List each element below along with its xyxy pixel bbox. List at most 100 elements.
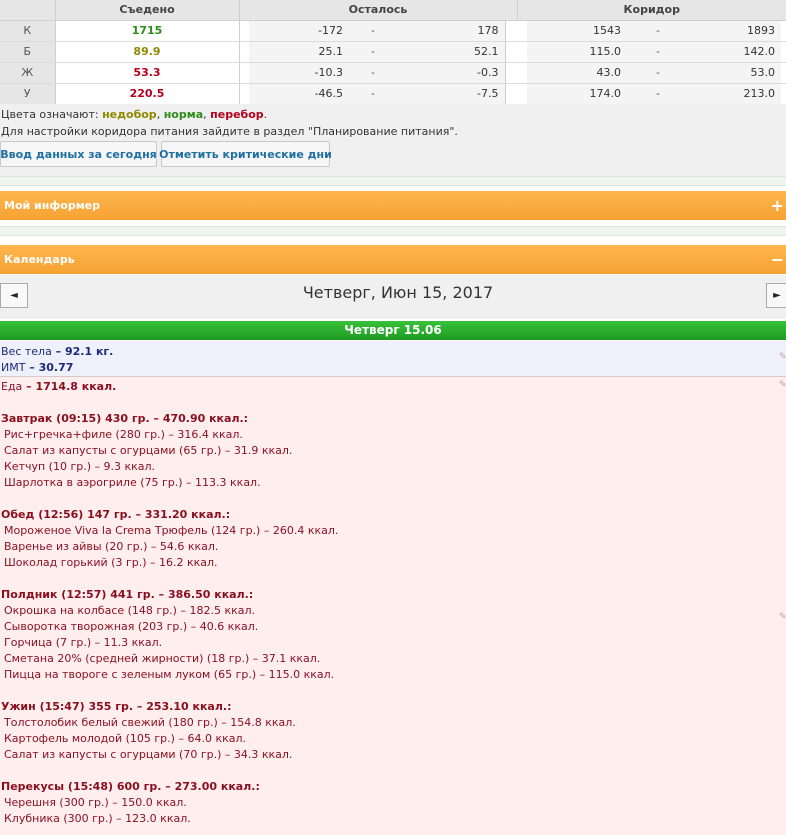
legend-over: перебор [210,108,264,121]
food-item: Салат из капусты с огурцами (70 гр.) – 3… [4,748,293,761]
food-item: Кетчуп (10 гр.) – 9.3 ккал. [4,460,156,473]
spacer [239,62,249,84]
food-total-value: – 1714.8 ккал. [22,380,117,393]
food-item: Сыворотка творожная (203 гр.) – 40.6 кка… [4,620,259,633]
legend-prefix: Цвета означают: [1,108,103,121]
remaining-max: -7.5 [399,83,506,105]
header-corridor: Коридор [517,0,786,21]
food-item: Шарлотка в аэрогриле (75 гр.) – 113.3 кк… [4,476,261,489]
corridor-max: 213.0 [691,83,781,105]
food-item: Варенье из айвы (20 гр.) – 54.6 ккал. [4,540,219,553]
table-row: К 1715 -172-178 1543-1893 [0,20,786,42]
spacer [505,41,517,63]
spacer [239,83,249,105]
table-header-row: Съедено Осталось Коридор [0,0,786,21]
row-label: Б [0,41,56,63]
header-remaining: Осталось [239,0,518,21]
food-item: Клубника (300 гр.) – 123.0 ккал. [4,812,191,825]
spacer [505,20,517,42]
mark-critical-days-button[interactable]: Отметить критические дни [159,141,332,167]
legend-normal: норма [163,108,204,121]
corridor-min: 1543 [527,20,625,42]
weight-label: Вес тела [1,345,52,358]
spacer [517,20,527,42]
bmi-value: – 30.77 [25,361,74,374]
meal-heading: Перекусы (15:48) 600 гр. – 273.00 ккал.: [1,780,260,793]
header-eaten: Съедено [55,0,240,21]
enter-today-button[interactable]: Ввод данных за сегодня [0,141,157,167]
edit-icon[interactable]: ✎ [779,352,786,362]
remaining-min: -172 [249,20,347,42]
eaten-value: 53.3 [55,62,240,84]
table-row: Ж 53.3 -10.3- -0.3 43.0-53.0 [0,62,786,84]
food-item: Шоколад горький (3 гр.) – 16.2 ккал. [4,556,218,569]
range-dash: - [625,62,691,84]
spacer [505,62,517,84]
spacer [517,83,527,105]
bmi-label: ИМТ [1,361,26,374]
row-label: К [0,20,56,42]
next-day-button[interactable]: ► [766,283,786,308]
divider-strip [0,176,786,186]
food-item: Пицца на твороге с зеленым луком (65 гр.… [4,668,335,681]
range-dash: - [625,20,691,42]
meal-heading: Обед (12:56) 147 гр. – 331.20 ккал.: [1,508,231,521]
food-item: Окрошка на колбасе (148 гр.) – 182.5 кка… [4,604,256,617]
range-dash: - [347,83,399,105]
row-label: Ж [0,62,56,84]
spacer [505,83,517,105]
legend-end: . [263,108,268,121]
edit-icon[interactable]: ✎ [779,612,786,622]
remaining-max: 178 [399,20,506,42]
spacer [781,62,786,84]
row-label: У [0,83,56,105]
range-dash: - [625,41,691,63]
nutrition-table: Съедено Осталось Коридор К 1715 -172-178 15… [0,0,786,105]
eaten-value: 89.9 [55,41,240,63]
header-label-cell [0,0,56,21]
corridor-min: 43.0 [527,62,625,84]
food-item: Салат из капусты с огурцами (65 гр.) – 3… [4,444,293,457]
eaten-value: 220.5 [55,83,240,105]
remaining-max: -0.3 [399,62,506,84]
remaining-max: 52.1 [399,41,506,63]
color-legend: Цвета означают: недобор, норма, перебор. [1,108,267,121]
remaining-min: -46.5 [249,83,347,105]
food-log: Еда – 1714.8 ккал. ✎ ✎ Завтрак (09:15) 4… [0,377,786,835]
corridor-min: 115.0 [527,41,625,63]
expand-icon[interactable]: + [771,197,786,214]
spacer [781,20,786,42]
food-total-label: Еда [1,380,23,393]
collapse-icon[interactable]: − [771,251,786,268]
range-dash: - [347,62,399,84]
spacer [239,41,249,63]
spacer [781,41,786,63]
food-item: Картофель молодой (105 гр.) – 64.0 ккал. [4,732,246,745]
panel-calendar[interactable]: Календарь − [0,245,786,274]
remaining-min: -10.3 [249,62,347,84]
food-item: Черешня (300 гр.) – 150.0 ккал. [4,796,187,809]
corridor-max: 142.0 [691,41,781,63]
panel-title: Мой информер [4,199,101,212]
food-item: Рис+гречка+филе (280 гр.) – 316.4 ккал. [4,428,243,441]
calendar-date-title: Четверг, Июн 15, 2017 [302,283,494,302]
corridor-note: Для настройки коридора питания зайдите в… [1,125,458,138]
meal-heading: Завтрак (09:15) 430 гр. – 470.90 ккал.: [1,412,249,425]
table-row: У 220.5 -46.5- -7.5 174.0-213.0 [0,83,786,105]
weight-value: – 92.1 кг. [51,345,114,358]
edit-icon[interactable]: ✎ [779,380,786,390]
arrow-left-icon: ◄ [10,290,18,301]
food-item: Толстолобик белый свежий (180 гр.) – 154… [4,716,296,729]
legend-sep: , [156,108,164,121]
body-metrics: Вес тела – 92.1 кг. ИМТ – 30.77 ✎ [0,341,786,377]
meal-heading: Полдник (12:57) 441 гр. – 386.50 ккал.: [1,588,254,601]
prev-day-button[interactable]: ◄ [0,283,28,308]
panel-my-informer[interactable]: Мой информер + [0,191,786,220]
eaten-value: 1715 [55,20,240,42]
range-dash: - [347,20,399,42]
spacer [239,20,249,42]
range-dash: - [347,41,399,63]
food-item: Горчица (7 гр.) – 11.3 ккал. [4,636,163,649]
panel-title: Календарь [4,253,75,266]
arrow-right-icon: ► [773,290,781,301]
